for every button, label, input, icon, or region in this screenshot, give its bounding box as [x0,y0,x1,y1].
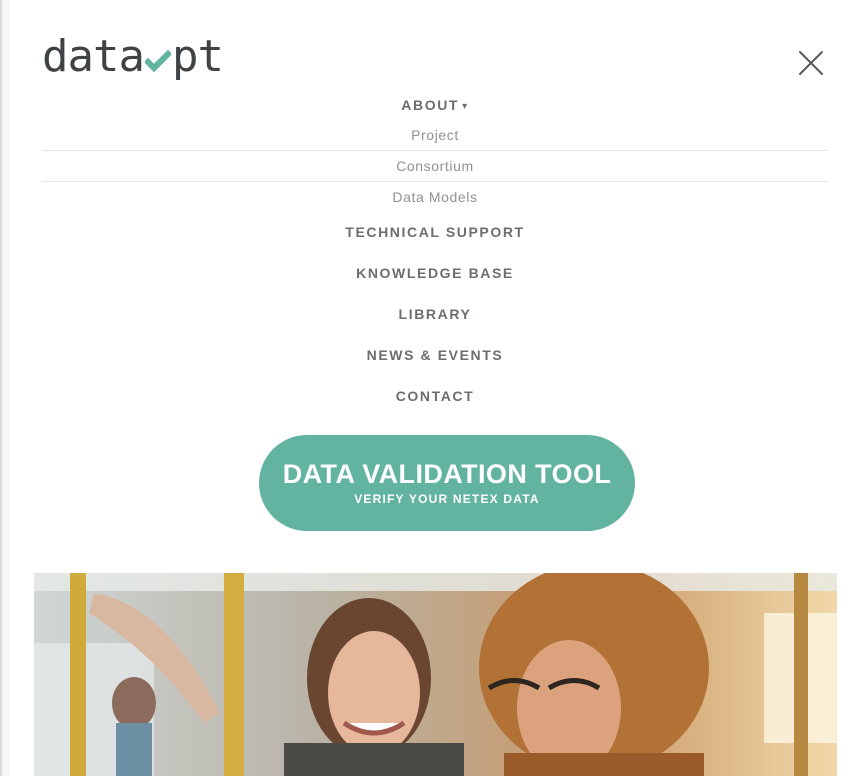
cta-subtitle: VERIFY YOUR NETEX DATA [354,492,540,507]
data-validation-tool-button[interactable]: DATA VALIDATION TOOL VERIFY YOUR NETEX D… [259,435,635,531]
menu-item-contact[interactable]: CONTACT [42,376,828,417]
menu-item-technical-support[interactable]: TECHNICAL SUPPORT [42,212,828,253]
submenu-item-consortium[interactable]: Consortium [42,151,828,182]
menu-item-about[interactable]: ABOUT ▾ [42,90,828,120]
submenu-item-project[interactable]: Project [42,120,828,151]
menu-item-library[interactable]: LIBRARY [42,294,828,335]
caret-down-icon: ▾ [462,101,469,112]
submenu-item-data-models[interactable]: Data Models [42,182,828,212]
logo-mark-icon [144,49,171,73]
hero-image [34,573,837,776]
menu-item-news-events[interactable]: NEWS & EVENTS [42,335,828,376]
logo-text-right: pt [171,31,224,82]
logo[interactable]: data pt [42,31,224,82]
hero-photo-illustration [34,573,837,776]
menu-item-about-label: ABOUT [401,97,460,113]
cta-title: DATA VALIDATION TOOL [282,458,612,489]
main-menu: ABOUT ▾ Project Consortium Data Models TE… [42,90,828,417]
close-icon[interactable] [794,46,828,80]
logo-text-left: data [42,31,145,82]
page-edge [0,0,10,776]
menu-item-knowledge-base[interactable]: KNOWLEDGE BASE [42,253,828,294]
